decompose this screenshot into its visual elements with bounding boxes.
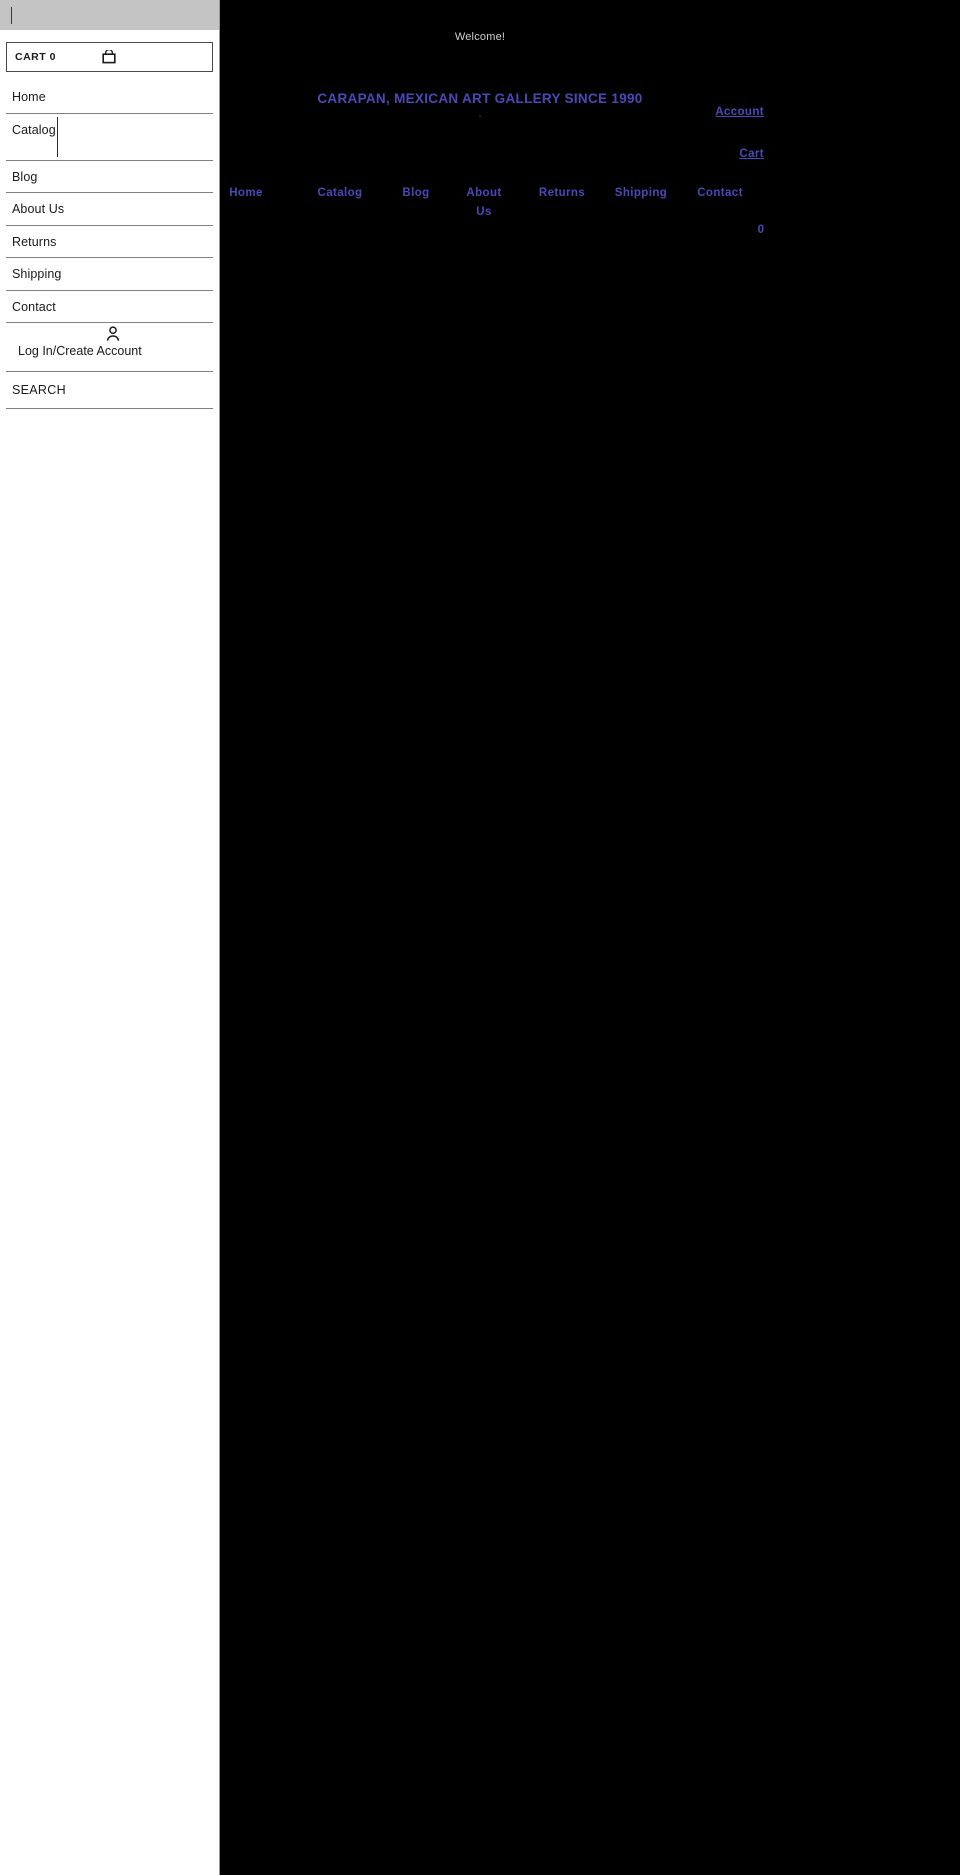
main-navigation: Home Catalog Blog About Us Returns Shipp… <box>210 184 810 222</box>
drawer-menu-item-blog[interactable]: Blog <box>6 161 213 193</box>
drawer-menu-item-catalog[interactable]: Catalog <box>6 114 213 161</box>
drawer-account-item[interactable]: Log In/Create Account <box>6 323 213 372</box>
drawer-menu-item-shipping[interactable]: Shipping <box>6 258 213 291</box>
cart-button[interactable]: CART 0 <box>6 42 213 72</box>
cart-link[interactable]: Cart <box>739 148 764 160</box>
cart-button-label: CART 0 <box>15 51 56 63</box>
drawer-search-item[interactable]: SEARCH <box>6 372 213 409</box>
nav-link-contact[interactable]: Contact <box>686 184 754 203</box>
nav-link-blog[interactable]: Blog <box>390 184 442 203</box>
nav-link-returns[interactable]: Returns <box>528 184 596 203</box>
drawer-menu-label: Blog <box>12 169 38 184</box>
drawer-search-input[interactable] <box>11 5 206 25</box>
drawer-search-bar[interactable] <box>0 0 219 30</box>
drawer-menu-item-returns[interactable]: Returns <box>6 226 213 258</box>
drawer-menu-item-home[interactable]: Home <box>6 81 213 114</box>
nav-link-about-us[interactable]: About Us <box>462 184 506 222</box>
drawer-menu-label: Contact <box>12 299 56 314</box>
shopping-bag-icon <box>101 49 117 65</box>
cart-count-badge: 0 <box>757 224 764 236</box>
drawer-menu-label: Home <box>12 90 46 104</box>
submenu-expand-icon[interactable] <box>57 116 58 157</box>
drawer-account-label: Log In/Create Account <box>18 344 142 358</box>
navigation-drawer: CART 0 Home Catalog Blog About Us Return… <box>0 0 220 1875</box>
nav-link-catalog[interactable]: Catalog <box>302 184 378 203</box>
drawer-menu-label: Shipping <box>12 267 62 281</box>
account-link[interactable]: Account <box>715 106 764 118</box>
drawer-menu-label: About Us <box>12 202 65 216</box>
nav-link-shipping[interactable]: Shipping <box>604 184 678 203</box>
drawer-menu-label: Returns <box>12 234 57 249</box>
drawer-menu-list: Home Catalog Blog About Us Returns Shipp… <box>6 81 213 409</box>
drawer-search-label: SEARCH <box>12 383 66 397</box>
drawer-menu-item-about-us[interactable]: About Us <box>6 193 213 226</box>
drawer-menu-label: Catalog <box>12 122 56 137</box>
drawer-menu-item-contact[interactable]: Contact <box>6 291 213 323</box>
person-icon <box>106 326 120 342</box>
nav-link-home[interactable]: Home <box>210 184 282 203</box>
